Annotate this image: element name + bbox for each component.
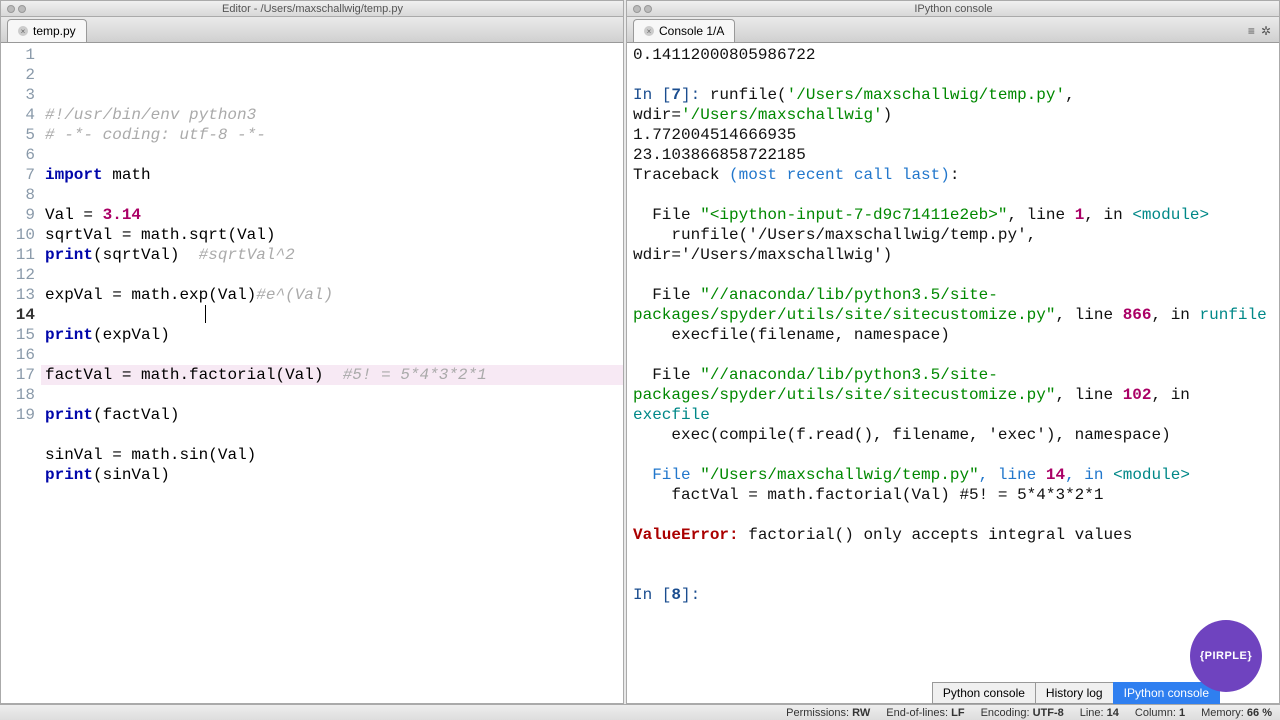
console-line: 23.103866858722185: [633, 145, 1273, 165]
console-pane-tabs: Python console History log IPython conso…: [933, 682, 1220, 704]
console-line: factVal = math.factorial(Val) #5! = 5*4*…: [633, 485, 1273, 505]
console-window: IPython console × Console 1/A ≡ ✲ 0.1411…: [626, 0, 1280, 704]
options-icon[interactable]: ≡: [1248, 24, 1255, 38]
console-line: ValueError: factorial() only accepts int…: [633, 525, 1273, 545]
traffic-lights: [1, 5, 32, 13]
code-line[interactable]: sinVal = math.sin(Val): [41, 445, 623, 465]
code-line[interactable]: expVal = math.exp(Val)#e^(Val): [41, 285, 623, 305]
console-line: [633, 505, 1273, 525]
code-line[interactable]: [41, 305, 623, 325]
editor-tabbar: × temp.py: [1, 17, 623, 43]
code-line[interactable]: #!/usr/bin/env python3: [41, 105, 623, 125]
console-line: In [8]:: [633, 585, 1273, 605]
console-line: 1.772004514666935: [633, 125, 1273, 145]
close-icon[interactable]: [633, 5, 641, 13]
editor-tab[interactable]: × temp.py: [7, 19, 87, 42]
code-line[interactable]: factVal = math.factorial(Val) #5! = 5*4*…: [41, 365, 623, 385]
console-line: In [7]: runfile('/Users/maxschallwig/tem…: [633, 85, 1273, 125]
code-line[interactable]: Val = 3.14: [41, 205, 623, 225]
status-encoding: Encoding: UTF-8: [973, 707, 1072, 719]
code-line[interactable]: # -*- coding: utf-8 -*-: [41, 125, 623, 145]
code-line[interactable]: print(sqrtVal) #sqrtVal^2: [41, 245, 623, 265]
console-line: runfile('/Users/maxschallwig/temp.py', w…: [633, 225, 1273, 265]
close-tab-icon[interactable]: ×: [18, 26, 28, 36]
code-line[interactable]: sqrtVal = math.sqrt(Val): [41, 225, 623, 245]
status-column: Column: 1: [1127, 707, 1193, 719]
close-icon[interactable]: [7, 5, 15, 13]
tab-python-console[interactable]: Python console: [932, 682, 1036, 704]
text-cursor-icon: [205, 305, 206, 323]
tab-history-log[interactable]: History log: [1035, 682, 1114, 704]
minimize-icon[interactable]: [18, 5, 26, 13]
console-line: [633, 545, 1273, 565]
editor-title: Editor - /Users/maxschallwig/temp.py: [32, 3, 623, 15]
editor-titlebar: Editor - /Users/maxschallwig/temp.py: [1, 1, 623, 17]
console-line: exec(compile(f.read(), filename, 'exec')…: [633, 425, 1273, 445]
code-line[interactable]: [41, 145, 623, 165]
editor-window: Editor - /Users/maxschallwig/temp.py × t…: [0, 0, 624, 704]
line-gutter: 12345678910111213141516171819: [1, 43, 41, 703]
status-memory: Memory: 66 %: [1193, 707, 1280, 719]
console-line: File "<ipython-input-7-d9c71411e2eb>", l…: [633, 205, 1273, 225]
code-line[interactable]: import math: [41, 165, 623, 185]
console-line: [633, 445, 1273, 465]
console-line: Traceback (most recent call last):: [633, 165, 1273, 185]
code-line[interactable]: print(factVal): [41, 405, 623, 425]
editor-tab-label: temp.py: [33, 24, 76, 38]
status-permissions: Permissions: RW: [778, 707, 878, 719]
code-line[interactable]: print(sinVal): [41, 465, 623, 485]
code-line[interactable]: [41, 385, 623, 405]
minimize-icon[interactable]: [644, 5, 652, 13]
tab-ipython-console[interactable]: IPython console: [1113, 682, 1220, 704]
console-line: File "//anaconda/lib/python3.5/site-pack…: [633, 285, 1273, 325]
status-line: Line: 14: [1072, 707, 1127, 719]
console-tab-label: Console 1/A: [659, 24, 724, 38]
traffic-lights: [627, 5, 658, 13]
console-tab[interactable]: × Console 1/A: [633, 19, 735, 42]
status-bar: Permissions: RW End-of-lines: LF Encodin…: [0, 704, 1280, 720]
pirple-logo: {PIRPLE}: [1190, 620, 1262, 692]
console-line: File "//anaconda/lib/python3.5/site-pack…: [633, 365, 1273, 425]
close-tab-icon[interactable]: ×: [644, 26, 654, 36]
console-toolbar: ≡ ✲: [1248, 24, 1279, 42]
console-output[interactable]: 0.14112000805986722 In [7]: runfile('/Us…: [627, 43, 1279, 703]
gear-icon[interactable]: ✲: [1261, 24, 1271, 38]
console-line: [633, 345, 1273, 365]
code-line[interactable]: [41, 345, 623, 365]
console-title: IPython console: [658, 3, 1279, 15]
console-tabbar: × Console 1/A ≡ ✲: [627, 17, 1279, 43]
code-line[interactable]: print(expVal): [41, 325, 623, 345]
console-line: execfile(filename, namespace): [633, 325, 1273, 345]
code-line[interactable]: [41, 185, 623, 205]
console-line: [633, 565, 1273, 585]
code-line[interactable]: [41, 425, 623, 445]
code-editor[interactable]: 12345678910111213141516171819 #!/usr/bin…: [1, 43, 623, 703]
console-line: 0.14112000805986722: [633, 45, 1273, 65]
status-eol: End-of-lines: LF: [878, 707, 972, 719]
code-line[interactable]: [41, 265, 623, 285]
console-line: [633, 185, 1273, 205]
code-area[interactable]: #!/usr/bin/env python3# -*- coding: utf-…: [41, 43, 623, 703]
console-line: File "/Users/maxschallwig/temp.py", line…: [633, 465, 1273, 485]
console-line: [633, 265, 1273, 285]
console-titlebar: IPython console: [627, 1, 1279, 17]
console-line: [633, 65, 1273, 85]
